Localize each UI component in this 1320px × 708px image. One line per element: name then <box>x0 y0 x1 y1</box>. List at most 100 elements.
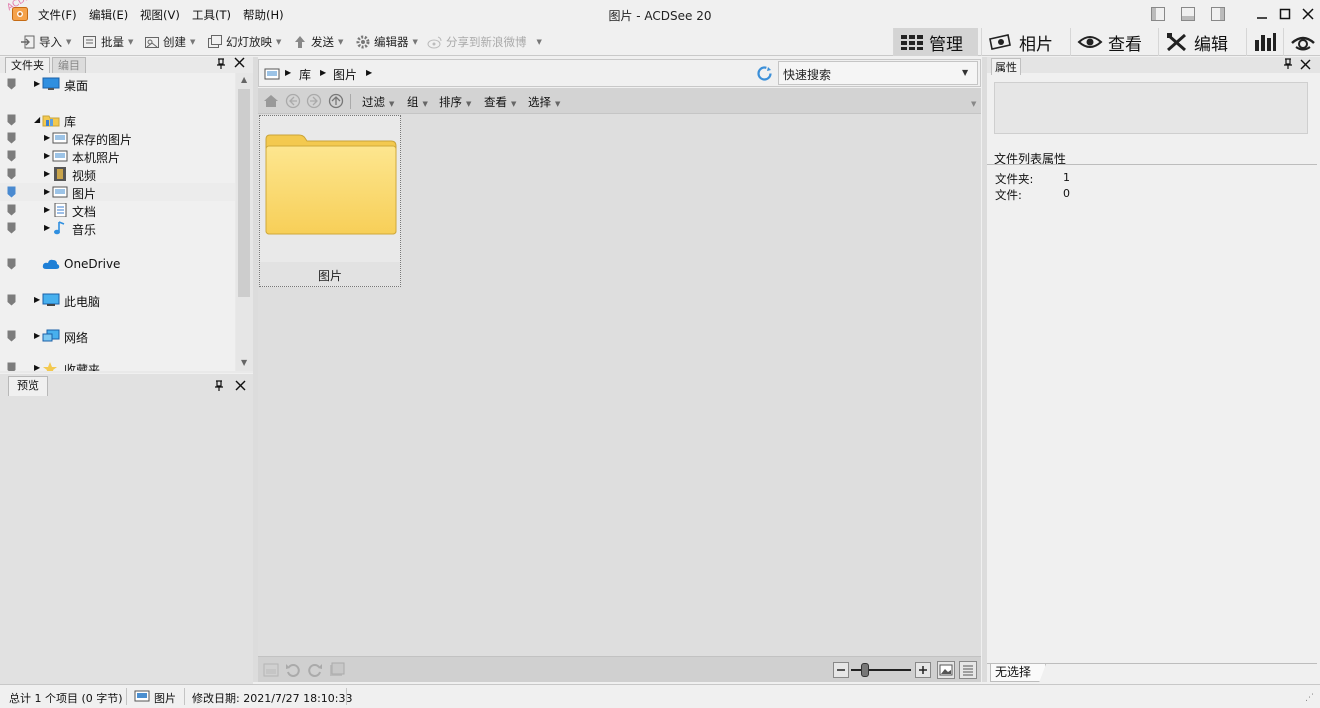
tab-catalog[interactable]: 编目 <box>52 57 86 73</box>
expand-arrow-icon[interactable]: ▶ <box>34 79 40 88</box>
menu-tools[interactable]: 工具(T) <box>192 7 231 23</box>
tab-properties[interactable]: 属性 <box>991 58 1021 75</box>
expanded-arrow-icon[interactable]: ◢ <box>34 115 40 124</box>
menu-file[interactable]: 文件(F) <box>38 7 77 23</box>
tag-flag-icon[interactable] <box>7 222 16 234</box>
menu-view[interactable]: 视图(V) <box>140 7 180 23</box>
tab-folders[interactable]: 文件夹 <box>5 57 50 73</box>
zoom-slider-thumb[interactable] <box>861 663 869 677</box>
layout-right-icon[interactable] <box>1208 5 1228 23</box>
tag-flag-icon[interactable] <box>7 78 16 90</box>
mode-view[interactable]: 查看 <box>1070 28 1156 56</box>
mode-online[interactable] <box>1283 28 1320 56</box>
tree-item-8[interactable]: ▶ 音乐 <box>0 219 235 237</box>
tree-item-1[interactable]: ▶ 桌面 <box>0 75 235 93</box>
create-button[interactable]: 创建 ▼ <box>144 31 195 53</box>
menu-help[interactable]: 帮助(H) <box>243 7 284 23</box>
tag-flag-icon[interactable] <box>7 168 16 180</box>
tree-item-3[interactable]: ▶ 保存的图片 <box>0 129 235 147</box>
quick-search-input[interactable]: 快速搜索 ▼ <box>778 61 978 85</box>
refresh-icon[interactable] <box>756 65 773 85</box>
zoom-out-icon[interactable] <box>833 662 849 681</box>
expand-arrow-icon[interactable]: ▶ <box>44 151 50 160</box>
tab-preview[interactable]: 预览 <box>8 376 48 396</box>
crumb-library[interactable]: 库 <box>299 66 311 83</box>
back-icon[interactable] <box>285 93 301 112</box>
mode-dashboard[interactable] <box>1246 28 1281 56</box>
thumbnail-item[interactable]: 图片 <box>259 115 401 287</box>
expand-arrow-icon[interactable]: ▶ <box>34 363 40 371</box>
folder-tree-scrollbar[interactable]: ▲ ▼ <box>236 73 253 371</box>
select-menu[interactable]: 选择 ▼ <box>528 94 560 110</box>
batch-button[interactable]: 批量 ▼ <box>82 31 133 53</box>
splitter[interactable] <box>982 57 987 682</box>
layout-bottom-icon[interactable] <box>1178 5 1198 23</box>
zoom-slider[interactable] <box>851 663 911 677</box>
expand-arrow-icon[interactable]: ▶ <box>34 295 40 304</box>
details-view-icon[interactable] <box>959 661 977 682</box>
properties-close-icon[interactable] <box>1300 59 1311 73</box>
properties-pin-icon[interactable] <box>1283 58 1293 73</box>
expand-arrow-icon[interactable]: ▶ <box>34 331 40 340</box>
tag-flag-icon[interactable] <box>7 204 16 216</box>
preview-close-icon[interactable] <box>235 380 246 394</box>
import-disabled-icon[interactable] <box>263 662 279 681</box>
layout-left-icon[interactable] <box>1148 5 1168 23</box>
resize-grip-icon[interactable]: ⋰ <box>1305 693 1314 703</box>
mode-manage[interactable]: 管理 <box>893 28 978 56</box>
tree-item-10[interactable]: ▶ 此电脑 <box>0 291 235 309</box>
rotate-left-icon[interactable] <box>285 662 301 681</box>
tag-flag-icon[interactable] <box>7 186 16 198</box>
thumbnail-view-icon[interactable] <box>937 661 955 682</box>
tab-no-selection[interactable]: 无选择 <box>990 664 1047 682</box>
pin-icon[interactable] <box>216 58 226 73</box>
filter-menu[interactable]: 过滤 ▼ <box>362 94 394 110</box>
slideshow-small-icon[interactable] <box>329 662 345 681</box>
tree-item-6[interactable]: ▶ 图片 <box>0 183 235 201</box>
tree-item-5[interactable]: ▶ 视频 <box>0 165 235 183</box>
tree-item-2[interactable]: ◢ 库 <box>0 111 235 129</box>
zoom-in-icon[interactable] <box>915 662 931 681</box>
tree-item-11[interactable]: ▶ 网络 <box>0 327 235 345</box>
expand-arrow-icon[interactable]: ▶ <box>44 133 50 142</box>
expand-arrow-icon[interactable]: ▶ <box>44 169 50 178</box>
tree-item-12[interactable]: ▶ 收藏夹 <box>0 359 235 371</box>
tag-flag-icon[interactable] <box>7 258 16 270</box>
close-icon[interactable] <box>1298 5 1318 23</box>
maximize-icon[interactable] <box>1275 5 1295 23</box>
slideshow-button[interactable]: 幻灯放映 ▼ <box>207 31 281 53</box>
tag-flag-icon[interactable] <box>7 330 16 342</box>
forward-icon[interactable] <box>306 93 322 112</box>
preview-pin-icon[interactable] <box>214 380 224 395</box>
share-weibo-button[interactable]: 分享到新浪微博 ▼ <box>427 31 542 53</box>
home-icon[interactable] <box>263 93 279 112</box>
tree-item-4[interactable]: ▶ 本机照片 <box>0 147 235 165</box>
expand-arrow-icon[interactable]: ▶ <box>44 205 50 214</box>
crumb-pictures[interactable]: 图片 <box>333 66 357 83</box>
send-button[interactable]: 发送 ▼ <box>292 31 343 53</box>
tag-flag-icon[interactable] <box>7 150 16 162</box>
menu-edit[interactable]: 编辑(E) <box>89 7 128 23</box>
tag-flag-icon[interactable] <box>7 132 16 144</box>
expand-arrow-icon[interactable]: ▶ <box>44 187 50 196</box>
mode-edit[interactable]: 编辑 <box>1158 28 1244 56</box>
rotate-right-icon[interactable] <box>307 662 323 681</box>
tag-flag-icon[interactable] <box>7 294 16 306</box>
tree-item-9[interactable]: OneDrive <box>0 255 235 273</box>
import-button[interactable]: 导入 ▼ <box>20 31 71 53</box>
up-icon[interactable] <box>328 93 344 112</box>
mode-photos[interactable]: 相片 <box>981 28 1067 56</box>
minimize-icon[interactable] <box>1252 5 1272 23</box>
filterbar-overflow-icon[interactable]: ▼ <box>971 100 976 108</box>
search-dropdown-icon[interactable]: ▼ <box>962 68 968 77</box>
editor-button[interactable]: 编辑器 ▼ <box>355 31 418 53</box>
tree-item-7[interactable]: ▶ 文档 <box>0 201 235 219</box>
expand-arrow-icon[interactable]: ▶ <box>44 223 50 232</box>
sort-menu[interactable]: 排序 ▼ <box>439 94 471 110</box>
view-menu[interactable]: 查看 ▼ <box>484 94 516 110</box>
group-menu[interactable]: 组 ▼ <box>407 94 428 110</box>
splitter[interactable] <box>253 57 258 682</box>
folder-panel-close-icon[interactable] <box>234 57 245 71</box>
tag-flag-icon[interactable] <box>7 114 16 126</box>
tag-flag-icon[interactable] <box>7 362 16 371</box>
